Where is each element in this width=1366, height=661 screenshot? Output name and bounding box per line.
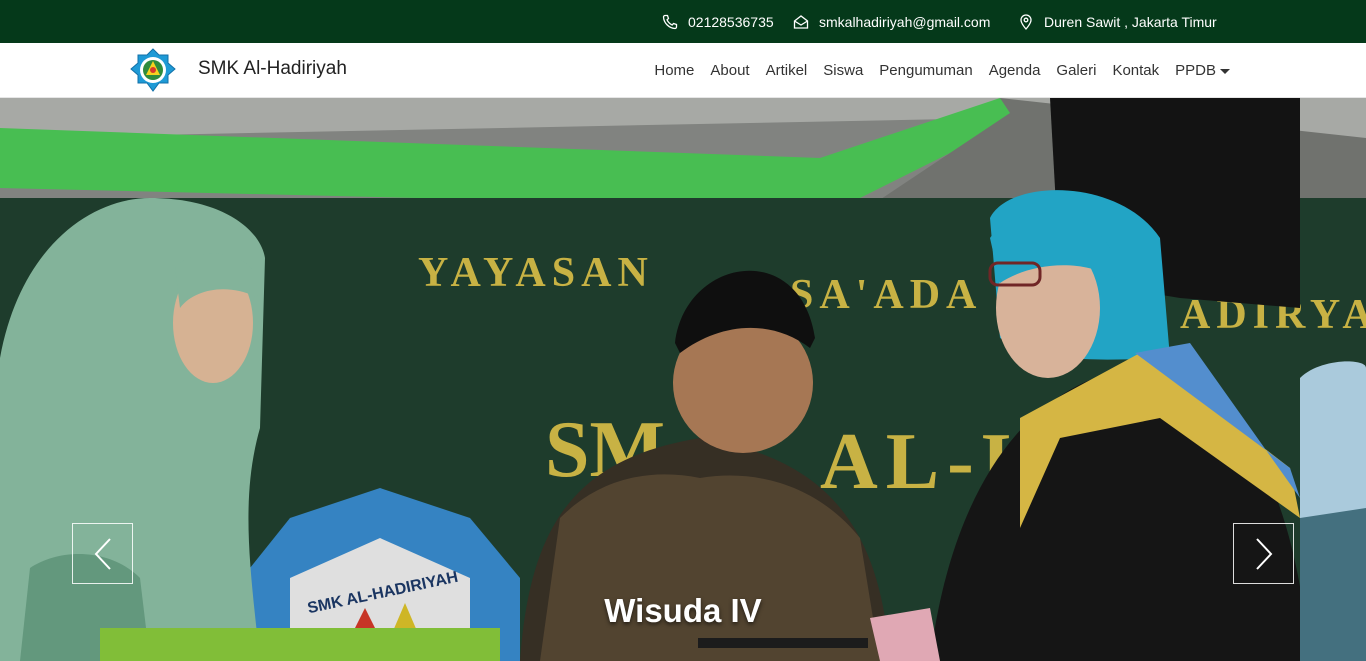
chevron-right-icon [1255,537,1272,570]
nav-artikel[interactable]: Artikel [766,62,808,79]
school-emblem-icon[interactable] [128,47,178,95]
nav-about[interactable]: About [710,62,749,79]
hero-carousel: YAYASAN SA'ADA ADIRYA SM AL-H SMK AL-HAD… [0,98,1366,661]
nav-ppdb-dropdown[interactable]: PPDB [1175,62,1230,79]
chevron-left-icon [94,537,111,570]
carousel-next-button[interactable] [1233,523,1294,584]
nav-pengumuman[interactable]: Pengumuman [879,62,972,79]
top-info-bar: 02128536735 smkalhadiriyah@gmail.com Dur… [0,0,1366,43]
hero-photo: YAYASAN SA'ADA ADIRYA SM AL-H SMK AL-HAD… [0,98,1366,661]
nav-agenda[interactable]: Agenda [989,62,1041,79]
contact-phone[interactable]: 02128536735 [662,0,774,43]
caret-down-icon [1220,69,1230,74]
map-pin-icon [1020,13,1032,30]
main-navbar: SMK Al-Hadiriyah Home About Artikel Sisw… [0,43,1366,98]
envelope-icon [793,14,809,29]
nav-galeri[interactable]: Galeri [1056,62,1096,79]
nav-siswa[interactable]: Siswa [823,62,863,79]
contact-location: Duren Sawit , Jakarta Timur [1018,0,1217,43]
location-text: Duren Sawit , Jakarta Timur [1044,13,1217,30]
carousel-caption: Wisuda IV [604,592,762,629]
brand-name[interactable]: SMK Al-Hadiriyah [198,58,347,80]
carousel-prev-button[interactable] [72,523,133,584]
phone-text: 02128536735 [688,13,774,30]
main-nav: Home About Artikel Siswa Pengumuman Agen… [654,43,1230,98]
phone-icon [662,14,678,29]
nav-ppdb-label: PPDB [1175,62,1216,79]
nav-kontak[interactable]: Kontak [1112,62,1159,79]
nav-home[interactable]: Home [654,62,694,79]
contact-email[interactable]: smkalhadiriyah@gmail.com [793,0,990,43]
email-text: smkalhadiriyah@gmail.com [819,13,991,30]
